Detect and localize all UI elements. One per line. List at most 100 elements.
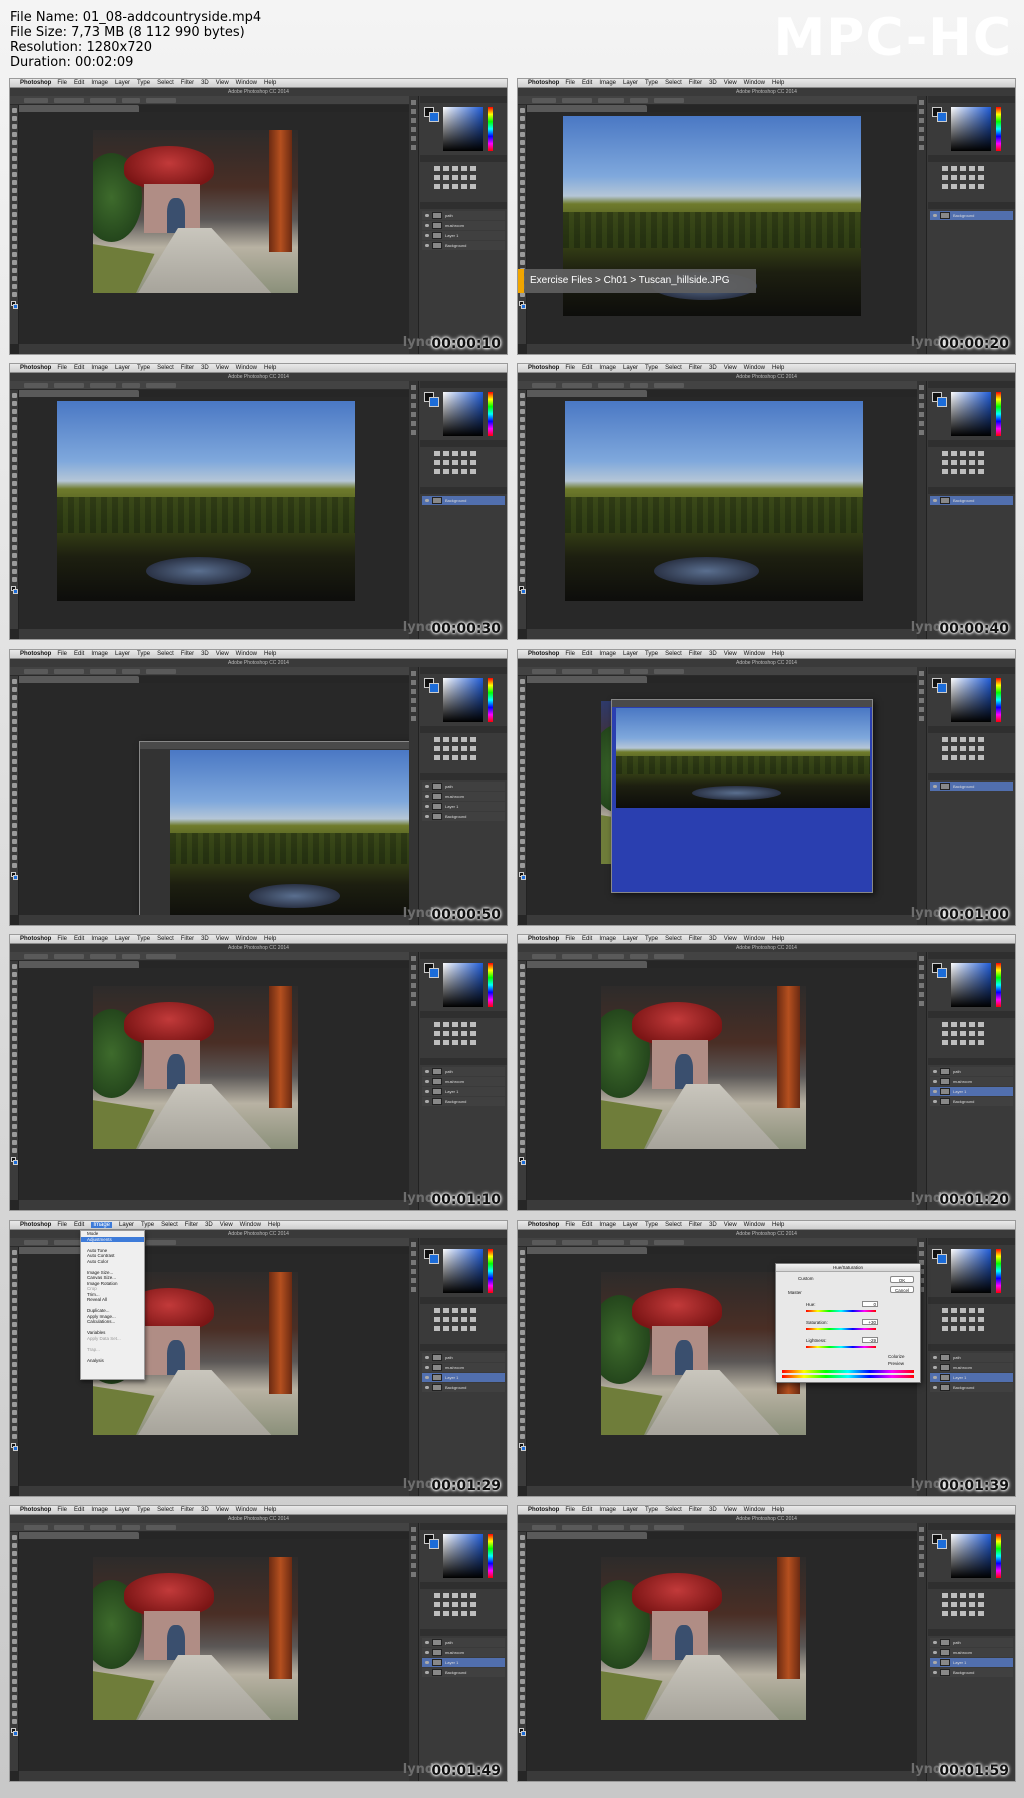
- document-canvas[interactable]: [527, 1539, 917, 1771]
- tool-icon[interactable]: [12, 465, 17, 470]
- tool-icon[interactable]: [12, 703, 17, 708]
- layer-row[interactable]: Background: [422, 241, 505, 250]
- adjustment-icon[interactable]: [942, 1602, 948, 1607]
- color-bg-swatch[interactable]: [937, 112, 947, 122]
- option-control[interactable]: [654, 383, 684, 388]
- menu-item-filter[interactable]: Filter: [689, 1222, 702, 1228]
- menu-item-filter[interactable]: Filter: [185, 1222, 198, 1228]
- adjustment-icon[interactable]: [960, 184, 966, 189]
- tool-icon[interactable]: [520, 1036, 525, 1041]
- layer-row[interactable]: mushroom: [930, 1363, 1013, 1372]
- option-control[interactable]: [54, 98, 84, 103]
- menu-item-edit[interactable]: Edit: [582, 80, 592, 86]
- color-panel-tabs[interactable]: [420, 667, 507, 674]
- adjustment-icon[interactable]: [978, 451, 984, 456]
- tool-icon[interactable]: [12, 124, 17, 129]
- adjustment-icon[interactable]: [461, 1308, 467, 1313]
- color-picker-field[interactable]: [443, 107, 483, 151]
- adjustment-icon[interactable]: [969, 451, 975, 456]
- tool-icon[interactable]: [12, 1266, 17, 1271]
- option-control[interactable]: [654, 1525, 684, 1530]
- color-panel-tabs[interactable]: [928, 1238, 1015, 1245]
- tool-icon[interactable]: [520, 481, 525, 486]
- adjustment-icon[interactable]: [969, 1040, 975, 1045]
- tool-icon[interactable]: [520, 767, 525, 772]
- menu-item-image[interactable]: Image: [91, 1507, 108, 1513]
- menu-item-help[interactable]: Help: [268, 1222, 280, 1228]
- eye-icon[interactable]: [933, 1090, 937, 1093]
- layer-row[interactable]: Background: [930, 496, 1013, 505]
- tool-icon[interactable]: [520, 711, 525, 716]
- tool-icon[interactable]: [12, 108, 17, 113]
- tool-icon[interactable]: [12, 292, 17, 297]
- tool-icon[interactable]: [520, 1306, 525, 1311]
- option-control[interactable]: [562, 1240, 592, 1245]
- option-control[interactable]: [90, 669, 116, 674]
- tool-icon[interactable]: [12, 964, 17, 969]
- menu-item-edit[interactable]: Edit: [74, 80, 84, 86]
- tool-icon[interactable]: [520, 719, 525, 724]
- adjustment-icon[interactable]: [470, 1326, 476, 1331]
- eye-icon[interactable]: [425, 1080, 429, 1083]
- adjustment-icon[interactable]: [443, 746, 449, 751]
- hue-slider[interactable]: [996, 963, 1001, 1007]
- hue-slider[interactable]: [488, 963, 493, 1007]
- tool-icon[interactable]: [12, 561, 17, 566]
- menu-item-image[interactable]: Image: [599, 1222, 616, 1228]
- adjustment-icon[interactable]: [461, 1022, 467, 1027]
- adjustment-icon[interactable]: [942, 1031, 948, 1036]
- eye-icon[interactable]: [933, 1671, 937, 1674]
- tool-icon[interactable]: [520, 441, 525, 446]
- tool-icon[interactable]: [520, 236, 525, 241]
- adjustments-panel-tabs[interactable]: [928, 1582, 1015, 1589]
- menu-item-file[interactable]: File: [57, 365, 67, 371]
- adjustment-icon[interactable]: [969, 1611, 975, 1616]
- layer-row[interactable]: Background: [930, 782, 1013, 791]
- floating-document-window[interactable]: [611, 699, 873, 893]
- tool-icon[interactable]: [12, 1084, 17, 1089]
- option-control[interactable]: [122, 383, 140, 388]
- option-control[interactable]: [146, 1240, 176, 1245]
- adjustment-icon[interactable]: [951, 1308, 957, 1313]
- dock-icon[interactable]: [411, 707, 416, 712]
- tool-icon[interactable]: [12, 1354, 17, 1359]
- tool-icon[interactable]: [520, 831, 525, 836]
- tool-icon[interactable]: [520, 1132, 525, 1137]
- tool-icon[interactable]: [520, 1663, 525, 1668]
- adjustment-icon[interactable]: [942, 1611, 948, 1616]
- menu-item-edit[interactable]: Edit: [74, 365, 84, 371]
- adjustment-icon[interactable]: [470, 1040, 476, 1045]
- tool-icon[interactable]: [520, 164, 525, 169]
- color-bg-swatch[interactable]: [937, 397, 947, 407]
- menu-item-type[interactable]: Type: [137, 936, 150, 942]
- adjustment-icon[interactable]: [461, 184, 467, 189]
- tool-icon[interactable]: [520, 847, 525, 852]
- adjustment-icon[interactable]: [461, 1593, 467, 1598]
- adjustment-icon[interactable]: [942, 451, 948, 456]
- tool-icon[interactable]: [520, 1290, 525, 1295]
- adjustment-icon[interactable]: [942, 1022, 948, 1027]
- menu-item-window[interactable]: Window: [236, 365, 257, 371]
- dock-icon[interactable]: [411, 956, 416, 961]
- layer-row[interactable]: Background: [930, 1668, 1013, 1677]
- adjustments-panel-tabs[interactable]: [420, 155, 507, 162]
- dock-icon[interactable]: [919, 1251, 924, 1256]
- option-control[interactable]: [122, 954, 140, 959]
- tool-icon[interactable]: [520, 1426, 525, 1431]
- adjustment-icon[interactable]: [443, 166, 449, 171]
- tool-icon[interactable]: [12, 497, 17, 502]
- layer-row[interactable]: Background: [422, 1097, 505, 1106]
- menu-item-layer[interactable]: Layer: [623, 1222, 638, 1228]
- menu-item-help[interactable]: Help: [772, 1507, 784, 1513]
- tool-icon[interactable]: [12, 1250, 17, 1255]
- tool-icon[interactable]: [520, 1052, 525, 1057]
- menu-item-image[interactable]: Image: [91, 936, 108, 942]
- tool-icon[interactable]: [520, 1354, 525, 1359]
- adjustment-icon[interactable]: [443, 737, 449, 742]
- hue-slider[interactable]: [996, 392, 1001, 436]
- layer-row[interactable]: path: [422, 1353, 505, 1362]
- tool-icon[interactable]: [12, 1687, 17, 1692]
- adjustment-icon[interactable]: [978, 1602, 984, 1607]
- adjustment-icon[interactable]: [452, 1602, 458, 1607]
- adjustment-icon[interactable]: [461, 451, 467, 456]
